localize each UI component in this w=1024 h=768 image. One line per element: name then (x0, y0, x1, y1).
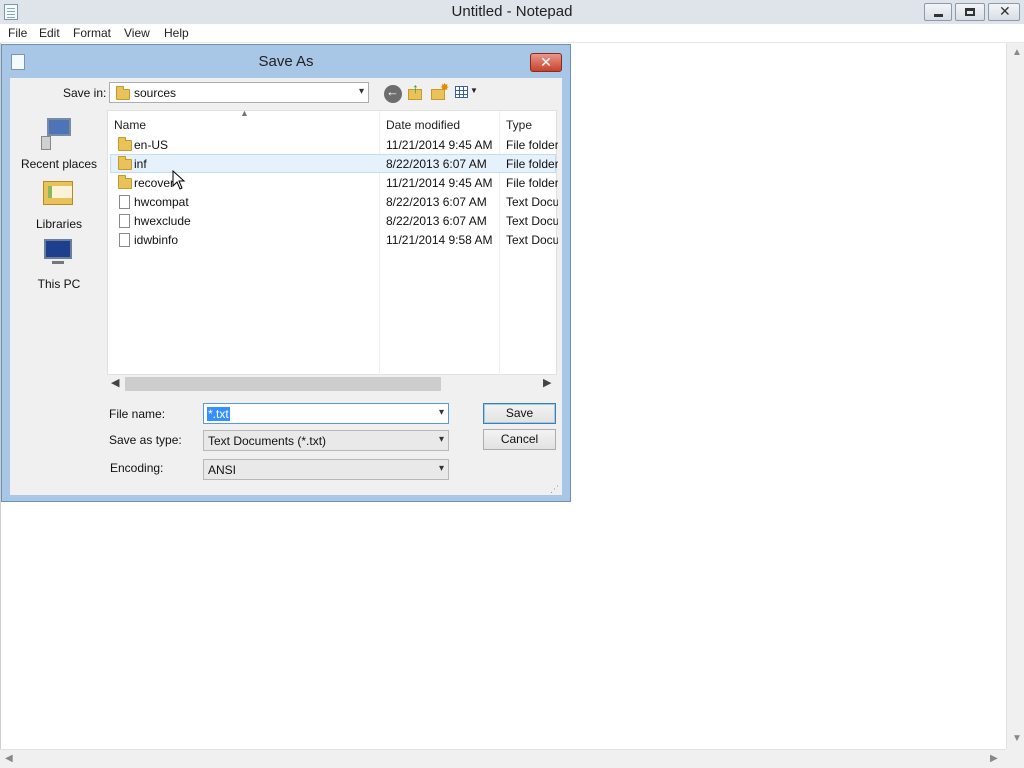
back-icon[interactable] (384, 84, 402, 103)
file-date: 11/21/2014 9:45 AM (386, 176, 493, 190)
save-in-label: Save in: (63, 86, 107, 100)
column-header-name[interactable]: Name (114, 118, 146, 132)
recent-places-icon (47, 118, 71, 136)
column-header-type[interactable]: Type (506, 118, 532, 132)
file-name: hwcompat (134, 195, 189, 209)
folder-icon (118, 156, 132, 170)
column-header-date-modified[interactable]: Date modified (386, 118, 460, 132)
menu-format[interactable]: Format (73, 26, 111, 40)
chevron-down-icon: ▾ (438, 463, 444, 474)
save-as-type-value: Text Documents (*.txt) (208, 434, 327, 448)
resize-grip-icon[interactable]: ⋰ (550, 484, 559, 495)
save-button[interactable]: Save (483, 403, 556, 424)
place-recent-places[interactable]: Recent places (14, 118, 104, 171)
file-list[interactable]: ▲ Name Date modified Type en-US 11/21/20… (107, 108, 558, 376)
encoding-select[interactable]: ANSI ▾ (203, 459, 449, 480)
minimize-icon (934, 14, 943, 17)
place-libraries[interactable]: Libraries (14, 179, 104, 231)
view-menu-icon[interactable]: ▼ (454, 83, 478, 101)
cancel-button[interactable]: Cancel (483, 429, 556, 450)
vertical-scrollbar[interactable]: ▲ ▼ (1006, 43, 1024, 749)
close-icon: ✕ (999, 3, 1011, 19)
file-row[interactable]: hwcompat 8/22/2013 6:07 AM Text Docu (110, 192, 558, 211)
save-in-combo[interactable]: sources ▾ (109, 82, 369, 103)
scroll-right-icon[interactable]: ▶ (990, 753, 998, 764)
scroll-up-icon[interactable]: ▲ (1012, 47, 1022, 58)
document-icon (119, 214, 130, 228)
encoding-value: ANSI (208, 463, 237, 477)
folder-icon (118, 175, 132, 189)
save-as-type-select[interactable]: Text Documents (*.txt) ▾ (203, 430, 449, 451)
file-name: en-US (134, 138, 169, 152)
place-label: Libraries (35, 217, 83, 231)
chevron-down-icon[interactable]: ▾ (439, 407, 444, 418)
dialog-close-button[interactable]: ✕ (530, 53, 562, 72)
file-list-horizontal-scrollbar[interactable]: ◀ ▶ (107, 375, 557, 393)
scroll-down-icon[interactable]: ▼ (1012, 733, 1022, 744)
file-date: 8/22/2013 6:07 AM (386, 214, 487, 228)
this-pc-icon (44, 239, 72, 259)
file-name-input[interactable]: *.txt ▾ (203, 403, 449, 424)
file-row[interactable]: en-US 11/21/2014 9:45 AM File folder (110, 135, 558, 154)
notepad-titlebar: Untitled - Notepad ✕ (0, 0, 1024, 24)
folder-icon (116, 86, 130, 100)
save-in-value: sources (134, 86, 177, 100)
restore-button[interactable] (955, 3, 985, 21)
scroll-right-icon[interactable]: ▶ (543, 376, 551, 389)
horizontal-scrollbar[interactable]: ◀ ▶ (0, 749, 1006, 768)
dialog-title: Save As (258, 53, 314, 70)
place-this-pc[interactable]: This PC (14, 239, 104, 291)
file-type: File folder (506, 157, 558, 171)
save-as-type-label: Save as type: (109, 433, 182, 447)
scroll-left-icon[interactable]: ◀ (111, 376, 119, 389)
place-label: This PC (37, 277, 81, 291)
file-name-label: File name: (109, 407, 166, 421)
menu-file[interactable]: File (8, 26, 27, 40)
document-icon (119, 233, 130, 247)
restore-icon (965, 8, 975, 16)
file-row[interactable]: idwbinfo 11/21/2014 9:58 AM Text Docu (110, 230, 558, 249)
file-name-value: *.txt (207, 407, 230, 421)
libraries-icon (43, 181, 73, 205)
file-type: Text Docu (506, 214, 558, 228)
file-type: File folder (506, 138, 558, 152)
menu-bar: File Edit Format View Help (0, 24, 1024, 43)
window-title: Untitled - Notepad (451, 3, 573, 20)
document-icon (119, 195, 130, 209)
scroll-left-icon[interactable]: ◀ (5, 753, 13, 764)
file-name: recover (134, 176, 175, 190)
file-name: inf (134, 157, 147, 171)
minimize-button[interactable] (924, 3, 952, 21)
menu-view[interactable]: View (124, 26, 150, 40)
file-date: 8/22/2013 6:07 AM (386, 195, 487, 209)
mouse-cursor-icon (172, 170, 186, 190)
new-folder-icon[interactable]: ✸ (430, 82, 449, 101)
file-name: idwbinfo (134, 233, 179, 247)
menu-edit[interactable]: Edit (39, 26, 60, 40)
file-date: 11/21/2014 9:58 AM (386, 233, 493, 247)
file-type: Text Docu (506, 195, 558, 209)
up-folder-icon[interactable]: ↑ (407, 80, 425, 101)
scrollbar-corner (1006, 749, 1024, 768)
file-date: 8/22/2013 6:07 AM (386, 157, 487, 171)
folder-icon (118, 137, 132, 151)
file-type: Text Docu (506, 233, 558, 247)
menu-help[interactable]: Help (164, 26, 189, 40)
chevron-down-icon: ▾ (358, 86, 364, 97)
sort-ascending-icon: ▲ (240, 108, 249, 118)
file-name: hwexclude (134, 214, 191, 228)
place-label: Recent places (20, 157, 98, 171)
file-type: File folder (506, 176, 558, 190)
scrollbar-thumb[interactable] (125, 377, 441, 391)
chevron-down-icon: ▾ (438, 434, 444, 445)
file-row[interactable]: hwexclude 8/22/2013 6:07 AM Text Docu (110, 211, 558, 230)
encoding-label: Encoding: (110, 461, 164, 475)
file-date: 11/21/2014 9:45 AM (386, 138, 493, 152)
close-button[interactable]: ✕ (988, 3, 1020, 21)
